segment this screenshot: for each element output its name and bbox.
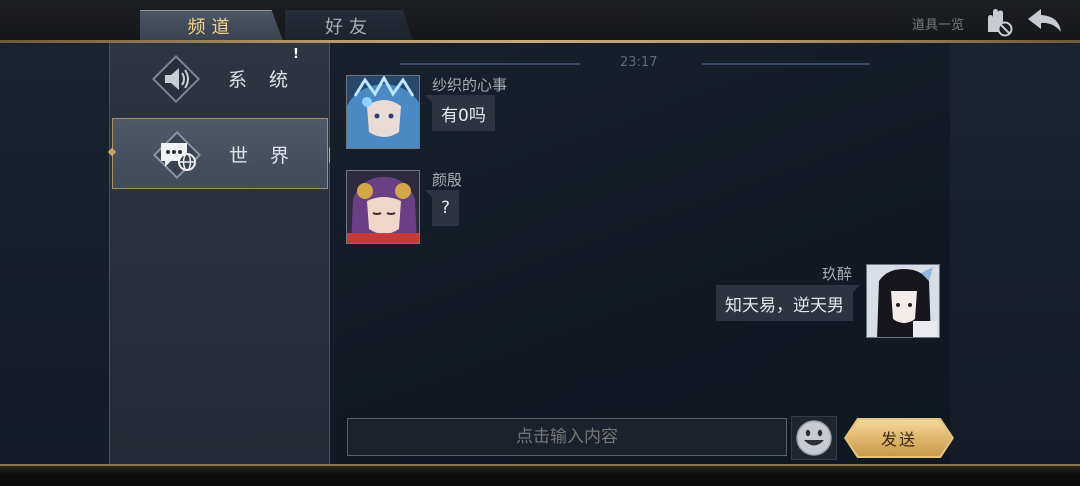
selection-marker — [107, 147, 117, 157]
smiley-icon — [796, 420, 832, 456]
back-arrow-icon[interactable] — [1024, 4, 1066, 38]
bottom-border — [0, 464, 1080, 486]
world-chat-icon — [151, 129, 203, 181]
sidebar-item-system[interactable]: 系 统 ! — [110, 43, 329, 115]
avatar[interactable] — [866, 264, 940, 338]
chat-panel — [330, 43, 950, 464]
send-button-label: 发送 — [880, 430, 917, 449]
chat-input[interactable] — [347, 418, 787, 456]
sidebar-item-label: 系 统 — [228, 69, 297, 91]
timestamp-divider: 23:17 — [330, 53, 870, 73]
speaker-icon — [150, 53, 202, 105]
message-sender: 纱织的心事 — [432, 76, 508, 94]
sidebar-item-world[interactable]: 世 界 — [107, 118, 337, 189]
sidebar-item-label: 世 界 — [229, 145, 298, 167]
message-bubble: 有0吗 — [425, 95, 495, 131]
channel-sidebar: 系 统 ! 世 界 — [107, 43, 337, 464]
tab-channel-label: 频道 — [187, 17, 236, 38]
message-sender: 玖醉 — [821, 265, 852, 283]
left-backdrop — [0, 42, 109, 466]
right-backdrop — [950, 42, 1080, 466]
message-bubble: 知天易，逆天男 — [716, 285, 860, 321]
avatar[interactable] — [346, 75, 420, 149]
timestamp-line-left — [400, 63, 580, 65]
send-button[interactable]: 发送 — [846, 420, 952, 456]
emoji-button[interactable] — [791, 416, 837, 460]
message-sender: 颜殷 — [432, 171, 463, 189]
items-list-link[interactable]: 道具一览 — [912, 14, 964, 33]
notification-badge: ! — [293, 47, 299, 62]
tab-channel[interactable]: 频道 — [140, 10, 283, 41]
avatar[interactable] — [346, 170, 420, 244]
block-hand-icon[interactable] — [980, 4, 1014, 38]
message-bubble: ? — [424, 190, 460, 226]
timestamp-line-right — [702, 63, 870, 65]
tab-friends[interactable]: 好友 — [285, 10, 413, 41]
timestamp: 23:17 — [620, 55, 658, 70]
tab-friends-label: 好友 — [325, 16, 373, 38]
